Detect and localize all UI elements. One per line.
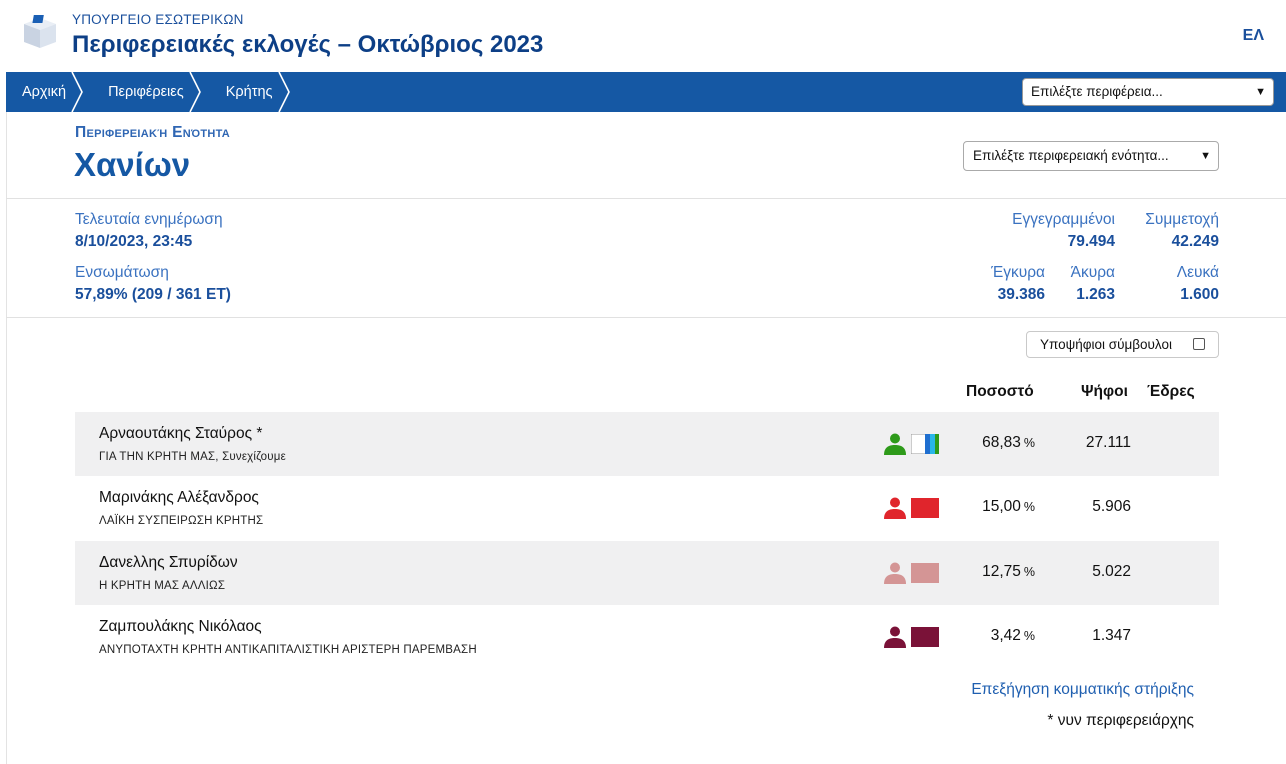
blank-value: 1.600 bbox=[1180, 286, 1219, 303]
page-title[interactable]: Περιφερειακές εκλογές – Οκτώβριος 2023 bbox=[72, 31, 543, 59]
multicolor-flag-icon bbox=[911, 434, 939, 454]
breadcrumb-label: Περιφέρειες bbox=[108, 84, 184, 100]
unit-title: Χανίων bbox=[74, 146, 191, 183]
person-icon bbox=[884, 626, 906, 648]
divider bbox=[6, 317, 1286, 318]
column-header-percent: Ποσοστό bbox=[966, 383, 1034, 400]
candidates-toggle-label: Υποψήφιοι σύμβουλοι bbox=[1040, 337, 1172, 352]
percent-value: 12,75% bbox=[982, 563, 1035, 580]
breadcrumb-bar: Αρχική Περιφέρειες Κρήτης Επιλέξτε περιφ… bbox=[6, 72, 1286, 112]
party-support-explanation-link[interactable]: Επεξήγηση κομματικής στήριξης bbox=[971, 681, 1194, 699]
votes-value: 1.347 bbox=[1092, 627, 1131, 644]
breadcrumb-item-regions[interactable]: Περιφέρειες bbox=[92, 72, 201, 112]
region-select-value: Επιλέξτε περιφέρεια... bbox=[1031, 84, 1163, 99]
unit-select[interactable]: Επιλέξτε περιφερειακή ενότητα... ▼ bbox=[963, 141, 1219, 171]
candidate-name: Μαρινάκης Αλέξανδρος bbox=[99, 489, 259, 506]
column-header-votes: Ψήφοι bbox=[1081, 383, 1128, 400]
invalid-label: Άκυρα bbox=[1070, 264, 1115, 281]
ministry-label: ΥΠΟΥΡΓΕΙΟ ΕΣΩΤΕΡΙΚΩΝ bbox=[72, 12, 244, 27]
party-name: ΛΑΪΚΗ ΣΥΣΠΕΙΡΩΣΗ ΚΡΗΤΗΣ bbox=[99, 515, 264, 527]
table-row[interactable]: Μαρινάκης Αλέξανδρος ΛΑΪΚΗ ΣΥΣΠΕΙΡΩΣΗ ΚΡ… bbox=[75, 476, 1219, 540]
chevron-down-icon: ▼ bbox=[1200, 150, 1211, 162]
red-flag-icon bbox=[911, 498, 939, 518]
person-icon bbox=[884, 562, 906, 584]
turnout-value: 42.249 bbox=[1171, 233, 1219, 250]
party-name: ΑΝΥΠΟΤΑΧΤΗ ΚΡΗΤΗ ΑΝΤΙΚΑΠΙΤΑΛΙΣΤΙΚΗ ΑΡΙΣΤ… bbox=[99, 644, 477, 656]
integration-value: 57,89% (209 / 361 ΕΤ) bbox=[75, 286, 231, 303]
candidates-toggle[interactable]: Υποψήφιοι σύμβουλοι bbox=[1026, 331, 1219, 358]
party-name: ΓΙΑ ΤΗΝ ΚΡΗΤΗ ΜΑΣ, Συνεχίζουμε bbox=[99, 451, 286, 463]
maroon-flag-icon bbox=[911, 627, 939, 647]
votes-value: 5.022 bbox=[1092, 563, 1131, 580]
turnout-label: Συμμετοχή bbox=[1145, 211, 1219, 228]
registered-label: Εγγεγραμμένοι bbox=[1012, 211, 1115, 228]
votes-value: 27.111 bbox=[1085, 434, 1131, 451]
table-row[interactable]: Δανελλης Σπυρίδων Η ΚΡΗΤΗ ΜΑΣ ΑΛΛΙΩΣ 12,… bbox=[75, 541, 1219, 605]
divider bbox=[6, 198, 1286, 199]
column-header-seats: Έδρες bbox=[1147, 383, 1195, 400]
table-row[interactable]: Ζαμπουλάκης Νικόλαος ΑΝΥΠΟΤΑΧΤΗ ΚΡΗΤΗ ΑΝ… bbox=[75, 605, 1219, 669]
chevron-right-icon bbox=[277, 72, 290, 112]
site-header: ΥΠΟΥΡΓΕΙΟ ΕΣΩΤΕΡΙΚΩΝ Περιφερειακές εκλογ… bbox=[0, 0, 1286, 72]
language-switch[interactable]: ΕΛ bbox=[1243, 27, 1264, 45]
last-update-label: Τελευταία ενημέρωση bbox=[75, 211, 223, 228]
incumbent-footnote: * νυν περιφερειάρχης bbox=[1047, 712, 1194, 729]
unit-select-value: Επιλέξτε περιφερειακή ενότητα... bbox=[973, 148, 1169, 163]
pink-flag-icon bbox=[911, 563, 939, 583]
region-select[interactable]: Επιλέξτε περιφέρεια... ▼ bbox=[1022, 78, 1274, 106]
candidate-name: Ζαμπουλάκης Νικόλαος bbox=[99, 618, 262, 635]
percent-value: 15,00% bbox=[982, 498, 1035, 515]
breadcrumb-label: Αρχική bbox=[22, 84, 67, 100]
candidates-checkbox[interactable] bbox=[1193, 338, 1205, 350]
breadcrumb-label: Κρήτης bbox=[225, 84, 273, 100]
chevron-right-icon bbox=[71, 72, 83, 112]
party-name: Η ΚΡΗΤΗ ΜΑΣ ΑΛΛΙΩΣ bbox=[99, 580, 226, 592]
table-row[interactable]: Αρναουτάκης Σταύρος * ΓΙΑ ΤΗΝ ΚΡΗΤΗ ΜΑΣ,… bbox=[75, 412, 1219, 476]
percent-value: 3,42% bbox=[990, 627, 1035, 644]
divider bbox=[6, 112, 7, 764]
valid-label: Έγκυρα bbox=[991, 264, 1045, 281]
unit-type-label: Περιφερειακή Ενότητα bbox=[75, 124, 231, 141]
person-icon bbox=[884, 433, 906, 455]
integration-label: Ενσωμάτωση bbox=[75, 264, 169, 281]
candidate-name: Δανελλης Σπυρίδων bbox=[99, 554, 238, 571]
breadcrumb-item-home[interactable]: Αρχική bbox=[6, 72, 83, 112]
breadcrumb-item-crete[interactable]: Κρήτης bbox=[210, 72, 290, 112]
ballot-box-icon[interactable] bbox=[22, 14, 58, 50]
invalid-value: 1.263 bbox=[1076, 286, 1115, 303]
valid-value: 39.386 bbox=[997, 286, 1045, 303]
blank-label: Λευκά bbox=[1176, 264, 1219, 281]
last-update-value: 8/10/2023, 23:45 bbox=[75, 233, 193, 250]
votes-value: 5.906 bbox=[1092, 498, 1131, 515]
candidate-name: Αρναουτάκης Σταύρος * bbox=[99, 425, 263, 442]
person-icon bbox=[884, 497, 906, 519]
chevron-down-icon: ▼ bbox=[1255, 86, 1266, 98]
percent-value: 68,83% bbox=[982, 434, 1035, 451]
breadcrumb: Αρχική Περιφέρειες Κρήτης bbox=[6, 72, 290, 112]
chevron-right-icon bbox=[189, 72, 201, 112]
registered-value: 79.494 bbox=[1067, 233, 1115, 250]
